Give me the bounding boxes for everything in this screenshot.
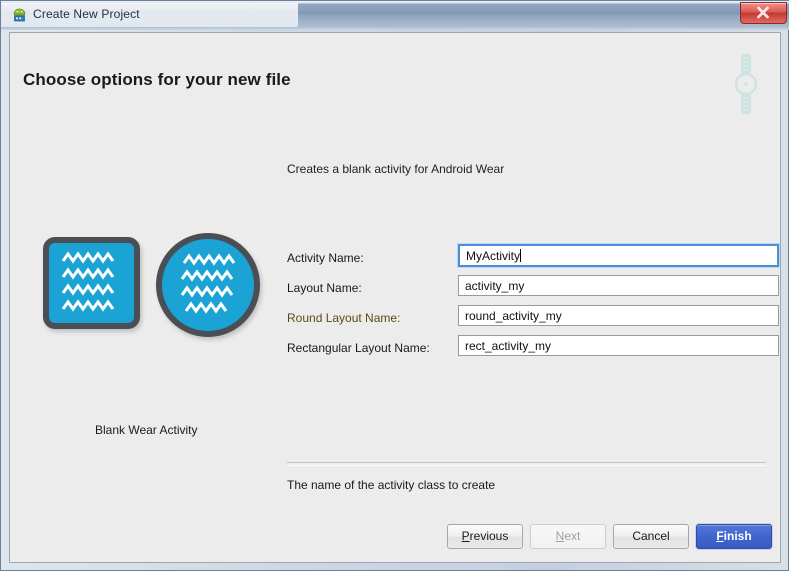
previous-button-label: revious <box>469 529 509 543</box>
dialog-panel: Choose options for your new file Creates… <box>9 32 781 563</box>
next-button[interactable]: Next <box>530 524 606 549</box>
page-title: Choose options for your new file <box>23 70 291 89</box>
label-rectangular-layout-name: Rectangular Layout Name: <box>287 341 430 355</box>
input-round-layout-name[interactable]: round_activity_my <box>458 305 779 326</box>
window-title: Create New Project <box>33 7 140 21</box>
rectangular-wear-preview[interactable] <box>43 237 140 329</box>
android-project-icon <box>11 7 28 24</box>
template-description: Creates a blank activity for Android Wea… <box>287 162 505 176</box>
label-round-layout-name: Round Layout Name: <box>287 311 401 325</box>
cancel-button[interactable]: Cancel <box>613 524 689 549</box>
finish-button-label: inish <box>723 529 752 543</box>
input-round-layout-name-value: round_activity_my <box>465 309 562 323</box>
input-rectangular-layout-name[interactable]: rect_activity_my <box>458 335 779 356</box>
close-icon <box>757 6 769 19</box>
input-layout-name[interactable]: activity_my <box>458 275 779 296</box>
previous-button-mnemonic: P <box>461 529 470 543</box>
next-button-label: ext <box>564 529 581 543</box>
preview-caption: Blank Wear Activity <box>95 423 198 437</box>
finish-button-mnemonic: F <box>716 529 724 543</box>
input-layout-name-value: activity_my <box>465 279 525 293</box>
label-activity-name: Activity Name: <box>287 251 364 265</box>
close-button[interactable] <box>740 2 787 24</box>
android-wear-watch-icon <box>730 52 762 116</box>
footer-divider <box>287 462 766 466</box>
dialog-button-bar: Previous Next Cancel Finish <box>447 524 772 550</box>
field-help-text: The name of the activity class to create <box>287 478 496 492</box>
text-caret <box>520 249 521 262</box>
input-activity-name[interactable]: MyActivity <box>458 244 779 267</box>
input-activity-name-value: MyActivity <box>466 249 520 263</box>
input-rectangular-layout-name-value: rect_activity_my <box>465 339 552 353</box>
dialog-content: Choose options for your new file Creates… <box>10 33 780 562</box>
window-titlebar: Create New Project <box>1 1 789 30</box>
previous-button[interactable]: Previous <box>447 524 523 549</box>
label-layout-name: Layout Name: <box>287 281 362 295</box>
create-new-project-window: Create New Project Choose options for yo… <box>0 0 789 571</box>
round-wear-preview[interactable] <box>156 233 260 337</box>
cancel-button-label: Cancel <box>632 529 670 543</box>
finish-button[interactable]: Finish <box>696 524 772 549</box>
